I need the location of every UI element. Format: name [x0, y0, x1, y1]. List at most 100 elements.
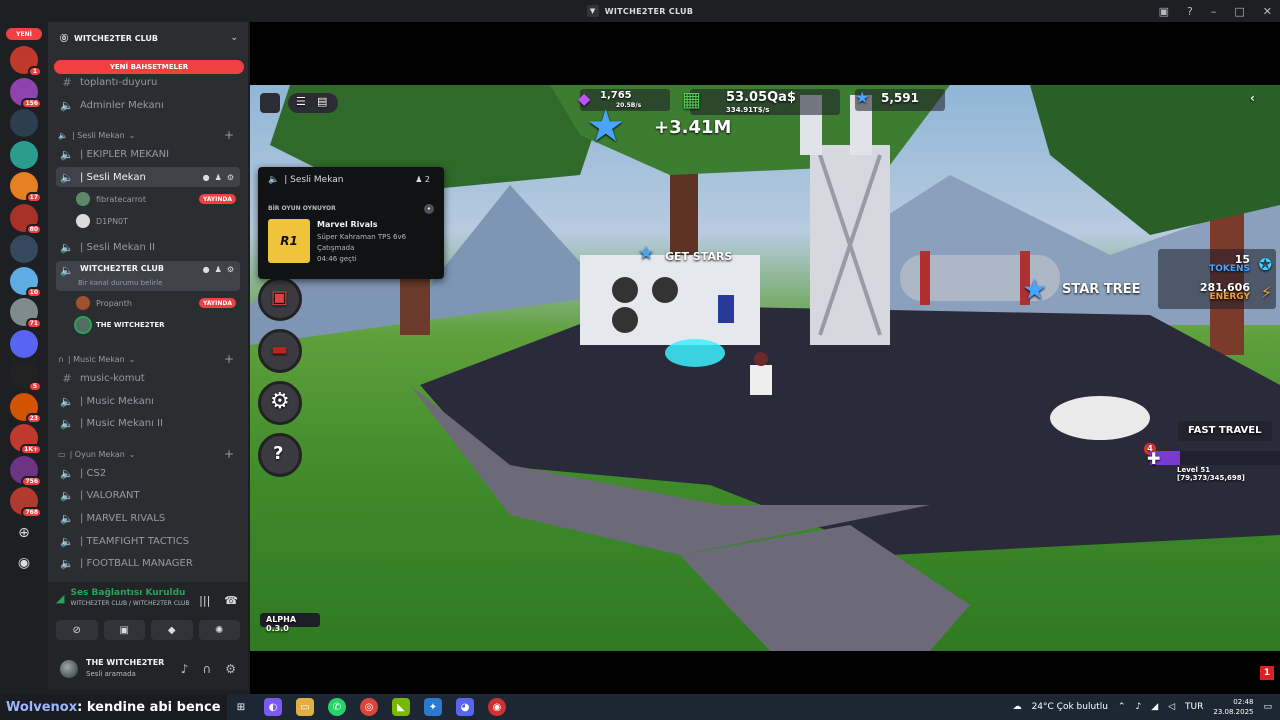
server-icon[interactable]: 156 [10, 77, 42, 109]
channel-adminler-mekani[interactable]: 🔈 Adminler Mekanı [56, 95, 240, 115]
category-music-mekan[interactable]: ∩ | Music Mekan ⌄ + [58, 352, 238, 366]
chat-icon[interactable]: ▤ [317, 95, 327, 108]
chevron-up-icon[interactable]: ⌃ [1118, 702, 1126, 712]
soundboard-button[interactable]: ✺ [198, 620, 240, 640]
copilot-icon[interactable]: ◐ [264, 698, 282, 716]
network-icon[interactable]: ◢ [1151, 702, 1158, 712]
server-icon[interactable]: 1 [10, 46, 42, 77]
discover-icon[interactable]: ◉ [13, 552, 35, 574]
server-icon[interactable] [10, 140, 38, 169]
collapse-icon[interactable]: ‹ [1250, 91, 1255, 105]
chat-icon[interactable]: ● [203, 265, 210, 274]
new-badge[interactable]: YENİ [6, 28, 42, 40]
invite-icon[interactable]: ♟ [215, 265, 222, 274]
discord-icon[interactable]: ◕ [456, 698, 474, 716]
channel-cs2[interactable]: 🔈 | CS2 [56, 463, 240, 483]
obs-icon[interactable]: ◉ [488, 698, 506, 716]
channel-valorant[interactable]: 🔈 | VALORANT [56, 485, 240, 505]
server-icon[interactable]: 17 [10, 172, 42, 203]
minimize-button[interactable]: – [1211, 5, 1217, 18]
channel-music-mekani-2[interactable]: 🔈 | Music Mekanı II [56, 413, 240, 433]
task-view-icon[interactable]: ⊞ [232, 698, 250, 716]
channel-teamfight-tactics[interactable]: 🔈 | TEAMFIGHT TACTICS [56, 531, 240, 551]
fast-travel-button[interactable]: FAST TRAVEL [1178, 421, 1272, 441]
close-button[interactable]: ✕ [1263, 5, 1272, 18]
server-icon[interactable]: 10 [10, 266, 42, 298]
channel-status-note[interactable]: Bir kanal durumu belirle [78, 279, 162, 287]
channel-witchezter-club[interactable]: 🔈 WITCHE2TER CLUB ● ♟ ⚙ Bir kanal durumu… [56, 261, 240, 291]
add-channel-button[interactable]: + [224, 447, 234, 461]
channel-ekipler-mekani[interactable]: 🔈 | EKIPLER MEKANI [56, 144, 240, 164]
server-icon[interactable]: 71 [10, 298, 42, 329]
server-icon[interactable]: 5 [10, 361, 42, 392]
avatar[interactable] [58, 658, 80, 680]
voice-user[interactable]: D1PN0T [76, 212, 240, 230]
settings-button[interactable]: ⚙ [258, 381, 302, 425]
voice-user[interactable]: THE WITCHE2TER [76, 316, 240, 334]
server-icon[interactable]: 756 [10, 455, 42, 487]
inbox-icon[interactable]: ▣ [1159, 5, 1169, 18]
microphone-icon[interactable]: ♪ [181, 662, 189, 676]
category-sesli-mekan[interactable]: 🔈 | Sesli Mekan ⌄ + [58, 128, 238, 142]
notifications-icon[interactable]: ▭ [1263, 702, 1272, 712]
activity-button[interactable]: ◆ [151, 620, 193, 640]
clock[interactable]: 02:48 23.08.2025 [1213, 697, 1253, 717]
nvidia-icon[interactable]: ◣ [392, 698, 410, 716]
guild-header[interactable]: ⓪ WITCHE2TER CLUB ⌄ [48, 28, 248, 48]
channel-sesli-mekan-2[interactable]: 🔈 | Sesli Mekan II [56, 237, 240, 257]
gear-icon[interactable]: ⚙ [225, 662, 236, 676]
plus-icon[interactable]: ✚ [1147, 449, 1160, 468]
gear-icon[interactable]: ⚙ [227, 265, 234, 274]
noise-suppression-icon[interactable]: ||| [199, 594, 210, 607]
voice-location[interactable]: WITCHE2TER CLUB / WITCHE2TER CLUB [70, 600, 189, 607]
channel-music-mekani[interactable]: 🔈 | Music Mekanı [56, 391, 240, 411]
chevron-down-icon[interactable]: ⌄ [230, 33, 238, 43]
channel-football-manager[interactable]: 🔈 | FOOTBALL MANAGER [56, 553, 240, 573]
weather-text[interactable]: 24°C Çok bulutlu [1032, 702, 1108, 712]
channel-marvel-rivals[interactable]: 🔈 | MARVEL RIVALS [56, 508, 240, 528]
headphones-icon[interactable]: ∩ [202, 662, 211, 676]
more-icon[interactable]: • [424, 204, 434, 214]
server-icon[interactable]: 1K+ [10, 424, 42, 455]
microphone-icon[interactable]: ♪ [1135, 702, 1141, 712]
whatsapp-icon[interactable]: ✆ [328, 698, 346, 716]
disconnect-icon[interactable]: ☎ [224, 594, 238, 607]
shop-button[interactable]: ▬ [258, 329, 302, 373]
language-indicator[interactable]: TUR [1185, 702, 1203, 712]
category-oyun-mekan[interactable]: ▭ | Oyun Mekan ⌄ + [58, 447, 238, 461]
channel-toplanti-duyuru[interactable]: # toplantı-duyuru [56, 72, 240, 92]
server-icon[interactable] [10, 329, 38, 358]
help-icon[interactable]: ? [1187, 5, 1193, 18]
add-channel-button[interactable]: + [224, 128, 234, 142]
volume-icon[interactable]: ◁ [1168, 702, 1175, 712]
voice-user[interactable]: Propanth YAYINDA [76, 294, 240, 312]
stream-view[interactable]: ☰ ▤ ▣ ▬ ⚙ ? ◆ 1,765 20.5B/s ▦ 53.05Qa$ 3… [250, 22, 1280, 694]
app-icon[interactable]: ✦ [424, 698, 442, 716]
server-icon[interactable] [10, 109, 38, 137]
help-button[interactable]: ? [258, 433, 302, 477]
maximize-button[interactable]: □ [1234, 5, 1244, 18]
screen-share-button[interactable]: ▣ [103, 620, 145, 640]
gift-button[interactable]: ▣ [258, 277, 302, 321]
server-icon[interactable]: 80 [10, 203, 42, 235]
camera-off-button[interactable]: ⊘ [56, 620, 98, 640]
roblox-menu-button[interactable] [260, 93, 280, 113]
chrome-icon[interactable]: ◎ [360, 698, 378, 716]
file-explorer-icon[interactable]: ▭ [296, 698, 314, 716]
gear-icon[interactable]: ⚙ [227, 173, 234, 182]
channel-sesli-mekan[interactable]: 🔈 | Sesli Mekan ● ♟ ⚙ [56, 167, 240, 187]
add-channel-button[interactable]: + [224, 352, 234, 366]
user-name[interactable]: THE WITCHE2TER [86, 658, 164, 667]
server-icon[interactable]: 23 [10, 392, 42, 424]
hamburger-icon[interactable]: ☰ [296, 95, 306, 108]
voice-status-text[interactable]: Ses Bağlantısı Kuruldu [70, 588, 189, 598]
server-icon[interactable] [10, 235, 38, 263]
weather-icon[interactable]: ☁ [1013, 702, 1022, 712]
add-server-button[interactable]: ⊕ [13, 522, 35, 544]
channel-music-komut[interactable]: # music-komut [56, 368, 240, 388]
invite-icon[interactable]: ♟ [215, 173, 222, 182]
server-icon[interactable]: 768 [10, 487, 42, 518]
voice-user[interactable]: fibratecarrot YAYINDA [76, 190, 240, 208]
chat-icon[interactable]: ● [203, 173, 210, 182]
signal-icon[interactable]: ◢ [56, 592, 64, 605]
